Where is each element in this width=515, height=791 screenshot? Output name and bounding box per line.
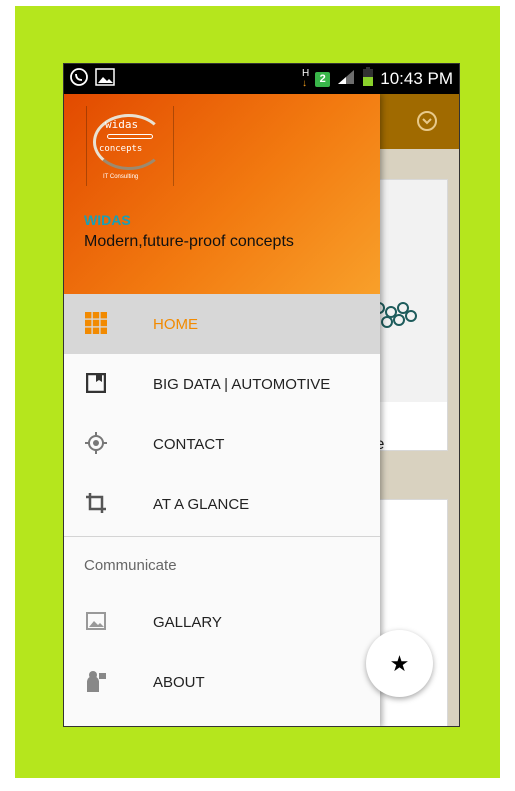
signal-icon	[336, 68, 356, 91]
image-notification-icon	[95, 67, 115, 91]
drawer-menu: HOME BIG DATA | AUTOMOTIVE CONTACT AT A …	[64, 294, 380, 712]
menu-item-at-a-glance[interactable]: AT A GLANCE	[64, 474, 380, 534]
drawer-header: widas concepts IT Consulting WIDAS Moder…	[64, 94, 380, 294]
menu-label-about: ABOUT	[153, 673, 205, 691]
section-communicate: Communicate	[64, 537, 380, 592]
widas-logo: widas concepts IT Consulting	[86, 106, 174, 186]
person-icon	[85, 670, 107, 692]
navigation-drawer: widas concepts IT Consulting WIDAS Moder…	[64, 94, 380, 726]
data-transfer-icon: H ↓	[302, 68, 310, 89]
star-icon: ★	[389, 650, 410, 676]
battery-icon	[362, 66, 374, 92]
grid-icon	[85, 312, 107, 334]
dropdown-icon	[416, 110, 438, 137]
menu-item-home[interactable]: HOME	[64, 294, 380, 354]
status-time: 10:43 PM	[380, 69, 453, 88]
sim-2-icon: 2	[315, 71, 331, 87]
picture-icon	[85, 610, 107, 632]
brand-name: WIDAS	[84, 212, 131, 228]
crop-icon	[85, 492, 107, 514]
target-icon	[85, 432, 107, 454]
whatsapp-icon	[69, 67, 89, 92]
favorite-fab-button[interactable]: ★	[366, 630, 433, 697]
menu-item-gallary[interactable]: GALLARY	[64, 592, 380, 652]
menu-label-home: HOME	[153, 315, 198, 333]
menu-item-big-data-automotive[interactable]: BIG DATA | AUTOMOTIVE	[64, 354, 380, 414]
menu-label-at-a-glance: AT A GLANCE	[153, 495, 250, 513]
status-bar: H ↓ 2 10:43 PM	[64, 64, 459, 94]
menu-label-gallary: GALLARY	[153, 613, 222, 631]
menu-label-big-data: BIG DATA | AUTOMOTIVE	[153, 375, 331, 393]
menu-item-about[interactable]: ABOUT	[64, 652, 380, 712]
brand-tagline: Modern,future-proof concepts	[84, 233, 294, 250]
section-title: Communicate	[84, 557, 177, 574]
book-icon	[85, 372, 107, 394]
phone-screen: H↓ 2 10:43 PM vince widas c	[63, 63, 460, 727]
menu-label-contact: CONTACT	[153, 435, 225, 453]
menu-item-contact[interactable]: CONTACT	[64, 414, 380, 474]
